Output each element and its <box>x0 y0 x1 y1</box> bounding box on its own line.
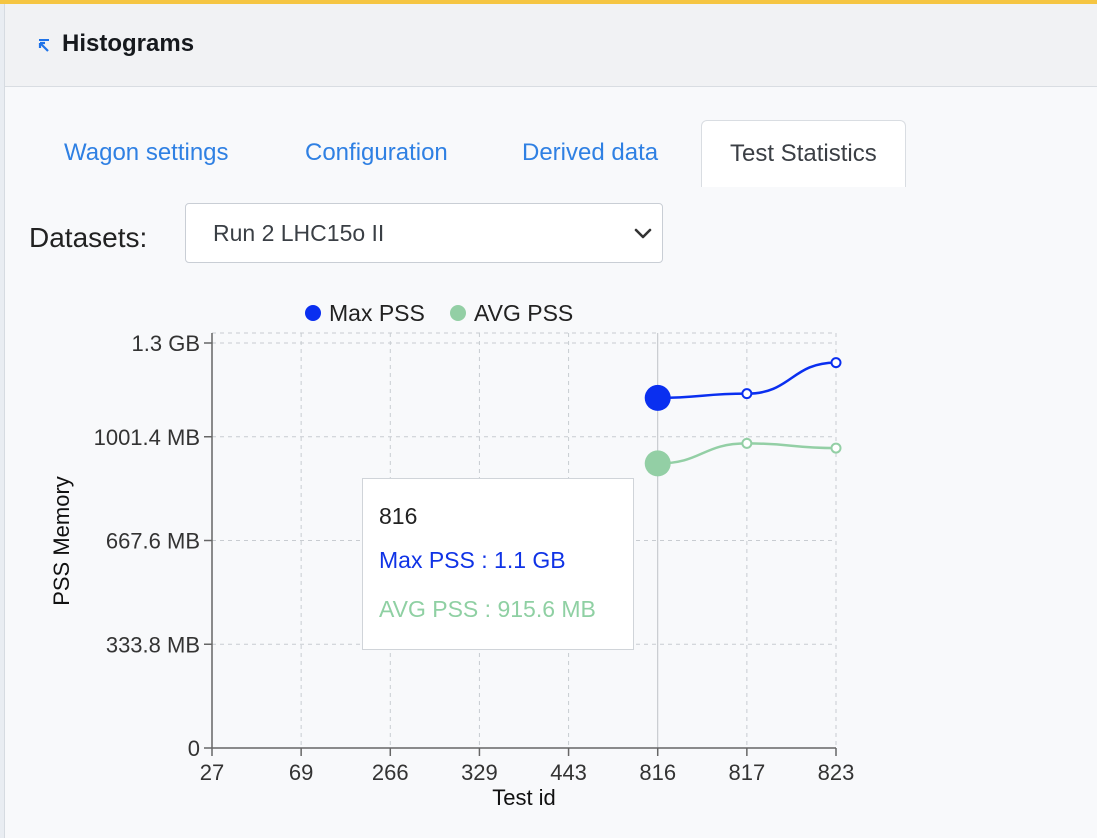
tooltip-avg-pss: AVG PSS : 915.6 MB <box>379 596 596 622</box>
y-tick-label: 667.6 MB <box>106 529 200 554</box>
legend-label: Max PSS <box>329 300 425 326</box>
data-point <box>741 437 753 449</box>
x-tick-label: 816 <box>639 760 676 785</box>
data-point <box>830 357 842 369</box>
pss-memory-chart[interactable]: 0 333.8 MB 667.6 MB 1001.4 MB 1.3 GB 27 69 266 3… <box>0 0 1097 838</box>
x-tick-label: 266 <box>372 760 409 785</box>
data-point-highlighted <box>644 450 671 477</box>
y-tick-label: 1001.4 MB <box>94 425 200 450</box>
data-point <box>741 388 753 400</box>
chart-tooltip: 816 Max PSS : 1.1 GB AVG PSS : 915.6 MB <box>362 478 634 650</box>
y-tick-label: 333.8 MB <box>106 632 200 657</box>
x-tick-label: 817 <box>728 760 765 785</box>
y-tick-label: 0 <box>188 736 200 761</box>
x-tick-label: 823 <box>818 760 855 785</box>
tooltip-max-pss: Max PSS : 1.1 GB <box>379 547 566 573</box>
x-tick-label: 443 <box>550 760 587 785</box>
legend-marker <box>450 305 466 321</box>
x-tick-label: 27 <box>200 760 224 785</box>
legend-marker <box>305 305 321 321</box>
y-tick-label: 1.3 GB <box>132 331 200 356</box>
x-tick-label: 69 <box>289 760 313 785</box>
legend-label: AVG PSS <box>474 300 573 326</box>
x-axis-label: Test id <box>492 785 556 810</box>
x-tick-label: 329 <box>461 760 498 785</box>
data-point <box>830 442 842 454</box>
tooltip-title: 816 <box>379 503 418 529</box>
y-axis-label: PSS Memory <box>49 476 74 606</box>
data-point-highlighted <box>644 384 671 411</box>
